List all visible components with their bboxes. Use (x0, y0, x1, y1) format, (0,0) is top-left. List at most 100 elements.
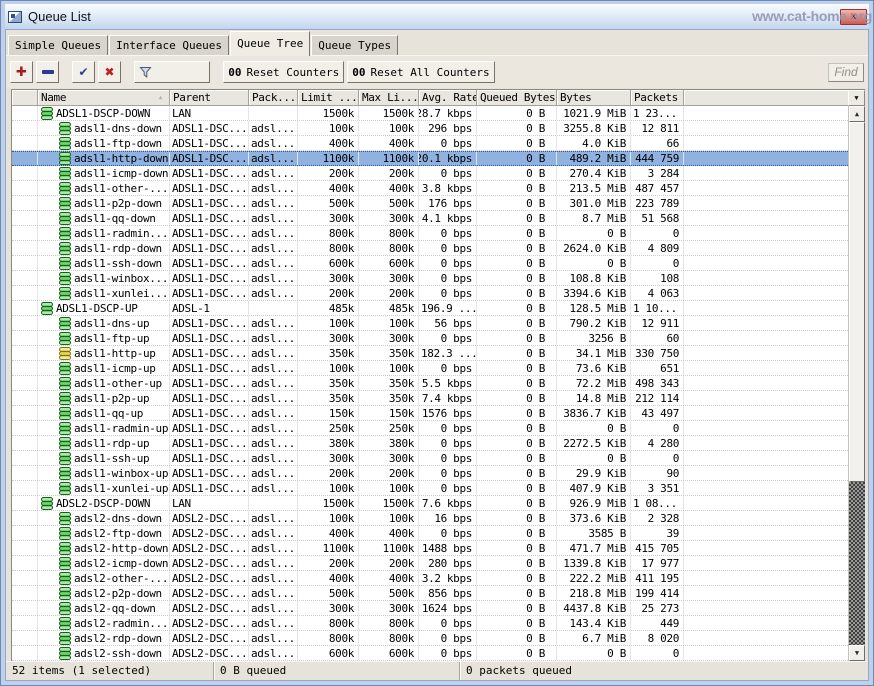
table-row[interactable]: adsl2-http-downADSL2-DSC...adsl...1100k1… (12, 541, 848, 556)
tab-simple-queues[interactable]: Simple Queues (8, 35, 108, 55)
table-row[interactable]: adsl1-rdp-upADSL1-DSC...adsl...380k380k0… (12, 436, 848, 451)
cell-pack: adsl... (249, 166, 298, 180)
column-header-filler (684, 90, 848, 106)
table-row[interactable]: adsl2-p2p-downADSL2-DSC...adsl...500k500… (12, 586, 848, 601)
table-row[interactable]: adsl2-rdp-downADSL2-DSC...adsl...800k800… (12, 631, 848, 646)
close-button[interactable]: x (840, 9, 867, 25)
table-row[interactable]: ADSL1-DSCP-UPADSL-1485k485k196.9 ...0 B1… (12, 301, 848, 316)
row-gutter (12, 271, 38, 285)
table-row[interactable]: adsl1-p2p-downADSL1-DSC...adsl...500k500… (12, 196, 848, 211)
find-button[interactable]: Find (828, 63, 864, 82)
table-row[interactable]: adsl1-ssh-upADSL1-DSC...adsl...300k300k0… (12, 451, 848, 466)
column-header-name[interactable]: Name▲ (38, 90, 170, 106)
cell-max-li: 300k (359, 451, 419, 465)
cell-packets: 444 759 (631, 152, 684, 165)
column-header-max-li[interactable]: Max Li... (359, 90, 419, 106)
queue-name: adsl1-p2p-up (74, 392, 149, 405)
row-filler (684, 196, 848, 210)
disable-button[interactable]: ✖ (98, 61, 121, 83)
cell-parent: ADSL1-DSC... (170, 406, 249, 420)
cell-avg-rate: 182.3 ... (419, 346, 477, 360)
cell-queued-bytes: 0 B (477, 256, 557, 270)
reset-all-counters-prefix: 00 (352, 66, 365, 79)
cell-bytes: 29.9 KiB (557, 466, 631, 480)
scrollbar-thumb[interactable] (849, 122, 865, 482)
table-row[interactable]: adsl1-dns-upADSL1-DSC...adsl...100k100k5… (12, 316, 848, 331)
cell-pack (249, 301, 298, 315)
cell-avg-rate: 0 bps (419, 136, 477, 150)
table-row[interactable]: adsl1-xunlei-upADSL1-DSC...adsl...100k10… (12, 481, 848, 496)
cell-limit: 300k (298, 331, 359, 345)
table-row[interactable]: adsl2-radmin...ADSL2-DSC...adsl...800k80… (12, 616, 848, 631)
table-row[interactable]: adsl1-xunlei...ADSL1-DSC...adsl...200k20… (12, 286, 848, 301)
cell-name: adsl1-ftp-down (38, 136, 170, 150)
reset-counters-button[interactable]: 00Reset Counters (223, 61, 344, 83)
cell-parent: ADSL1-DSC... (170, 346, 249, 360)
column-header-queued-bytes[interactable]: Queued Bytes (477, 90, 557, 106)
row-gutter (12, 616, 38, 630)
table-row[interactable]: adsl2-qq-downADSL2-DSC...adsl...300k300k… (12, 601, 848, 616)
table-row[interactable]: adsl1-icmp-downADSL1-DSC...adsl...200k20… (12, 166, 848, 181)
table-row[interactable]: adsl1-qq-upADSL1-DSC...adsl...150k150k15… (12, 406, 848, 421)
filter-button[interactable] (134, 61, 210, 83)
table-row[interactable]: adsl1-icmp-upADSL1-DSC...adsl...100k100k… (12, 361, 848, 376)
cell-limit: 200k (298, 556, 359, 570)
scroll-up-button[interactable]: ▲ (849, 106, 865, 122)
table-row[interactable]: adsl1-other-upADSL1-DSC...adsl...350k350… (12, 376, 848, 391)
table-row[interactable]: adsl1-other-...ADSL1-DSC...adsl...400k40… (12, 181, 848, 196)
cell-max-li: 300k (359, 601, 419, 615)
remove-button[interactable] (36, 61, 59, 83)
scrollbar-track[interactable] (849, 482, 865, 645)
cell-parent: ADSL1-DSC... (170, 421, 249, 435)
row-gutter (12, 346, 38, 360)
enable-button[interactable]: ✔ (72, 61, 95, 83)
table-row[interactable]: adsl2-ssh-downADSL2-DSC...adsl...600k600… (12, 646, 848, 661)
scroll-down-button[interactable]: ▼ (849, 645, 865, 661)
table-row[interactable]: adsl2-other-...ADSL2-DSC...adsl...400k40… (12, 571, 848, 586)
column-header-limit[interactable]: Limit ... (298, 90, 359, 106)
table-row[interactable]: adsl1-p2p-upADSL1-DSC...adsl...350k350k7… (12, 391, 848, 406)
reset-all-counters-button[interactable]: 00Reset All Counters (347, 61, 494, 83)
cell-packets: 8 020 (631, 631, 684, 645)
cell-avg-rate: 0 bps (419, 646, 477, 660)
table-row[interactable]: adsl1-rdp-downADSL1-DSC...adsl...800k800… (12, 241, 848, 256)
cell-limit: 1100k (298, 152, 359, 165)
sort-ascending-icon: ▲ (159, 94, 166, 101)
table-row[interactable]: adsl2-icmp-downADSL2-DSC...adsl...200k20… (12, 556, 848, 571)
column-header-bytes[interactable]: Bytes (557, 90, 631, 106)
tab-interface-queues[interactable]: Interface Queues (109, 35, 229, 55)
column-header-parent[interactable]: Parent (170, 90, 249, 106)
table-row[interactable]: ADSL1-DSCP-DOWNLAN1500k1500k28.7 kbps0 B… (12, 106, 848, 121)
cell-parent: ADSL2-DSC... (170, 631, 249, 645)
table-row[interactable]: adsl1-ftp-downADSL1-DSC...adsl...400k400… (12, 136, 848, 151)
vertical-scrollbar[interactable]: ▲ ▼ (848, 106, 865, 661)
table-row[interactable]: adsl2-dns-downADSL2-DSC...adsl...100k100… (12, 511, 848, 526)
cell-max-li: 350k (359, 391, 419, 405)
title-bar[interactable]: Queue List x (5, 4, 869, 29)
table-row[interactable]: adsl1-winbox-upADSL1-DSC...adsl...200k20… (12, 466, 848, 481)
column-header-pack[interactable]: Pack... (249, 90, 298, 106)
cell-max-li: 100k (359, 361, 419, 375)
table-row[interactable]: adsl1-http-upADSL1-DSC...adsl...350k350k… (12, 346, 848, 361)
column-selector-button[interactable]: ▼ (848, 90, 865, 106)
add-button[interactable]: ✚ (10, 61, 33, 83)
table-row[interactable]: adsl1-qq-downADSL1-DSC...adsl...300k300k… (12, 211, 848, 226)
table-row[interactable]: ADSL2-DSCP-DOWNLAN1500k1500k7.6 kbps0 B9… (12, 496, 848, 511)
table-row[interactable]: adsl1-dns-downADSL1-DSC...adsl...100k100… (12, 121, 848, 136)
table-row[interactable]: adsl1-ssh-downADSL1-DSC...adsl...600k600… (12, 256, 848, 271)
table-row[interactable]: adsl1-radmin-upADSL1-DSC...adsl...250k25… (12, 421, 848, 436)
table-row[interactable]: adsl1-radmin...ADSL1-DSC...adsl...800k80… (12, 226, 848, 241)
column-header-packets[interactable]: Packets (631, 90, 684, 106)
tab-queue-types[interactable]: Queue Types (311, 35, 398, 55)
row-gutter (12, 436, 38, 450)
chevron-down-icon: ▼ (854, 94, 858, 102)
table-row[interactable]: adsl1-http-downADSL1-DSC...adsl...1100k1… (12, 151, 848, 166)
cell-pack: adsl... (249, 152, 298, 165)
table-row[interactable]: adsl1-winbox...ADSL1-DSC...adsl...300k30… (12, 271, 848, 286)
cell-max-li: 300k (359, 271, 419, 285)
table-row[interactable]: adsl2-ftp-downADSL2-DSC...adsl...400k400… (12, 526, 848, 541)
column-header-avg-rate[interactable]: Avg. Rate (419, 90, 477, 106)
tab-queue-tree[interactable]: Queue Tree (230, 31, 310, 56)
table-row[interactable]: adsl1-ftp-upADSL1-DSC...adsl...300k300k0… (12, 331, 848, 346)
row-gutter (12, 451, 38, 465)
